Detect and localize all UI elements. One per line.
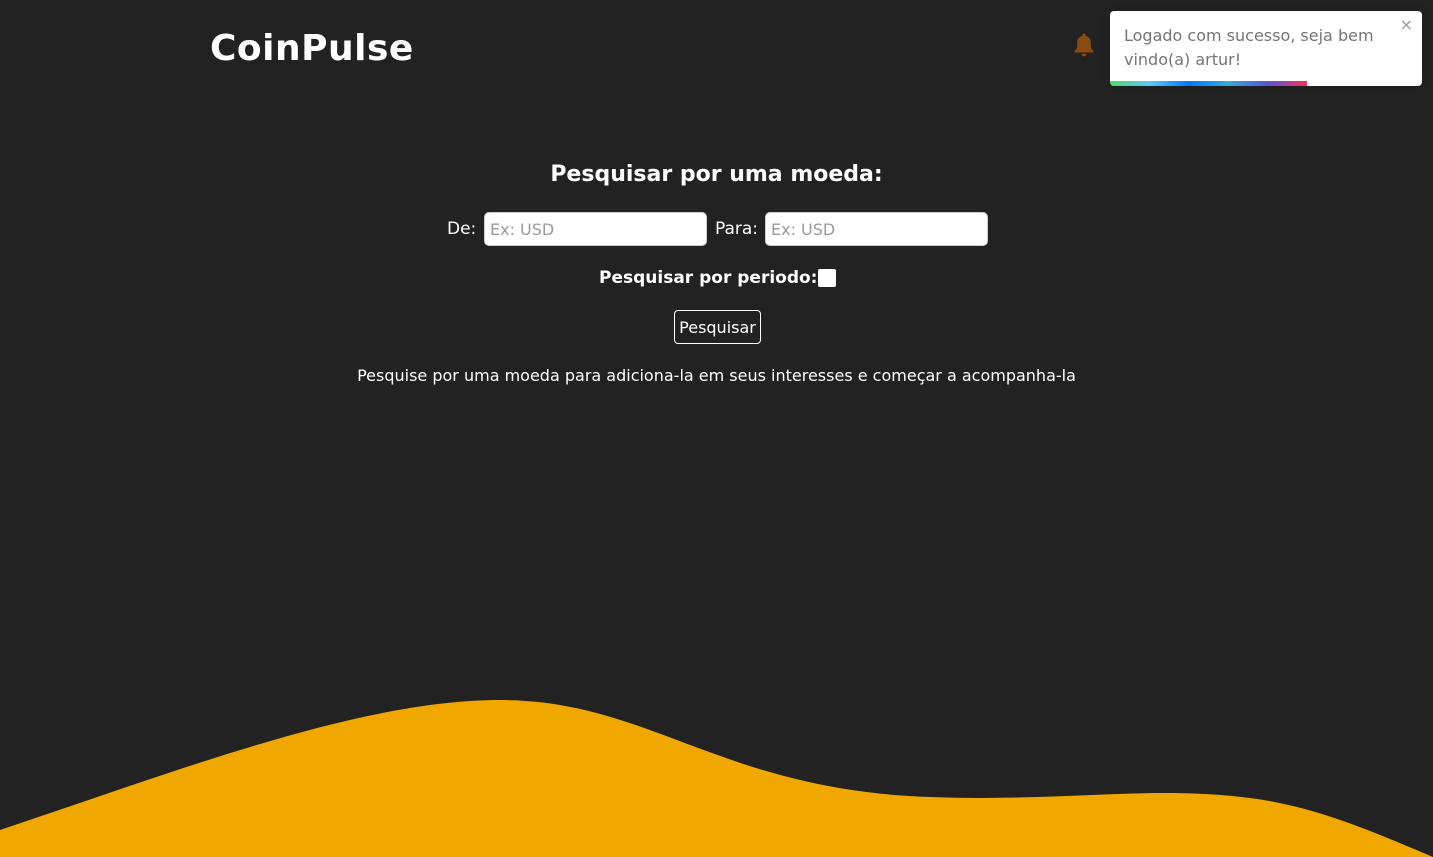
bell-icon[interactable] <box>1072 32 1096 58</box>
search-button[interactable]: Pesquisar <box>674 310 761 344</box>
login-success-toast: Logado com sucesso, seja bem vindo(a) ar… <box>1110 11 1422 86</box>
from-label: De: <box>447 219 477 239</box>
page: CoinPulse Logado com sucesso, seja bem v… <box>0 0 1433 857</box>
decorative-wave <box>0 700 1433 857</box>
from-currency-input[interactable] <box>484 212 707 246</box>
toast-message: Logado com sucesso, seja bem vindo(a) ar… <box>1124 26 1374 69</box>
toast-progress-bar <box>1110 81 1307 86</box>
to-currency-input[interactable] <box>765 212 988 246</box>
close-icon[interactable]: × <box>1400 15 1413 34</box>
to-label: Para: <box>715 219 759 239</box>
search-hint-text: Pesquise por uma moeda para adiciona-la … <box>357 366 1076 385</box>
period-label: Pesquisar por periodo: <box>599 268 818 288</box>
search-title: Pesquisar por uma moeda: <box>550 162 883 187</box>
app-logo[interactable]: CoinPulse <box>210 28 414 69</box>
period-checkbox[interactable] <box>818 269 836 287</box>
